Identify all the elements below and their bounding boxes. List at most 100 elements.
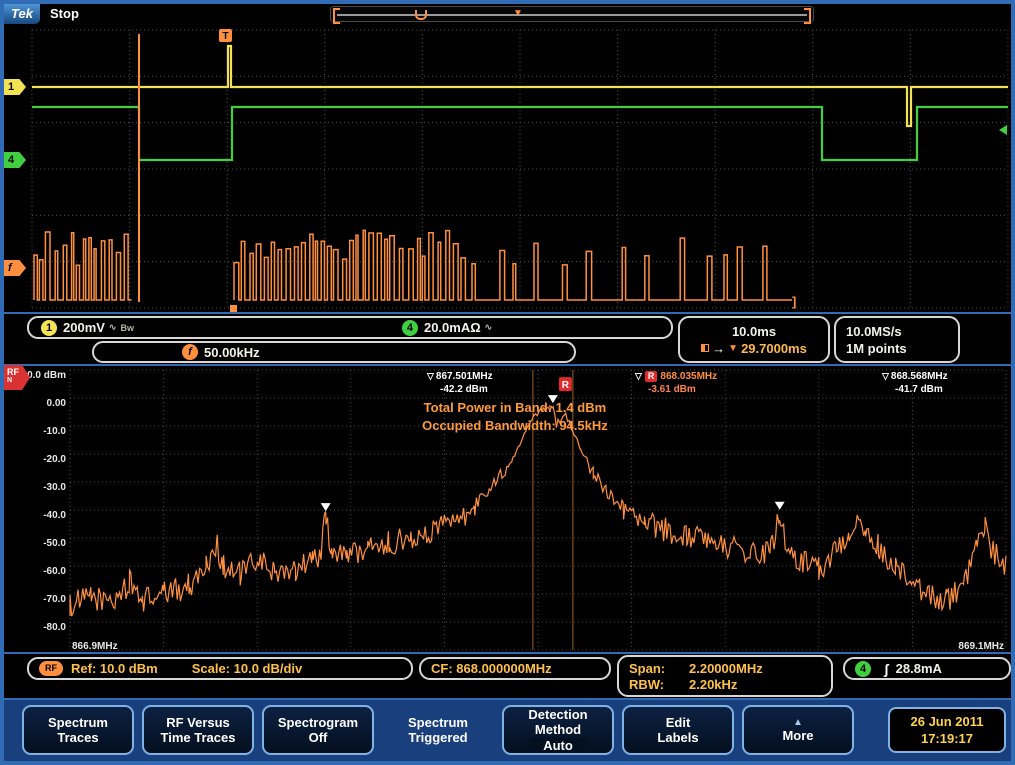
span-value: 2.20000MHz	[689, 661, 763, 676]
ch4-level-arrow-icon	[999, 125, 1007, 135]
ch1-scale: 200mV	[63, 320, 105, 335]
date: 26 Jun 2011	[911, 713, 984, 730]
marker3-freq: 868.568MHz	[891, 371, 948, 382]
y-axis-label: -30.0	[43, 482, 66, 493]
squiggle-icon: ʃ	[884, 661, 889, 677]
detection-method-button[interactable]: Detection Method Auto	[502, 705, 614, 755]
marker1-freq: 867.501MHz	[436, 371, 493, 382]
y-axis-label: -50.0	[43, 538, 66, 549]
total-power-annotation: Total Power in Band: 1.4 dBm	[422, 399, 608, 417]
more-button[interactable]: ▲ More	[742, 705, 854, 755]
center-frequency-readout: CF: 868.000000MHz	[419, 657, 611, 680]
span-label: Span:	[629, 661, 689, 676]
ch1-bandwidth-icon: ∿	[109, 322, 117, 333]
marker-readout-ref: ▽R868.035MHz -3.61 dBm	[635, 370, 717, 396]
marker2-amp: -3.61 dBm	[635, 383, 717, 396]
ch1-readout: 1 200mV ∿ Bw	[41, 320, 134, 336]
oscilloscope-screen: Tek Stop ▼ T] 1 4 f 1 200mV ∿ Bw 4 20.0m…	[0, 0, 1015, 765]
spectrum-traces-button[interactable]: Spectrum Traces	[22, 705, 134, 755]
rf-freq-group: f 50.00kHz	[182, 344, 260, 360]
rf-badge-label: RF	[7, 367, 19, 377]
spectrum-settings-row: RF Ref: 10.0 dBm Scale: 10.0 dB/div CF: …	[4, 654, 1011, 698]
horizontal-readout: 10.0ms → ▼ 29.7000ms	[678, 316, 830, 363]
spectrum-triggered-label[interactable]: Spectrum Triggered	[382, 705, 494, 755]
ch4-badge-icon: 4	[402, 320, 418, 336]
detection-method-value: Auto	[529, 738, 587, 753]
softkey-menu: Spectrum Traces RF Versus Time Traces Sp…	[4, 698, 1011, 761]
ch4-coupling: Ω	[470, 320, 480, 335]
rbw-value: 2.20kHz	[689, 677, 737, 692]
y-axis-label: 0.00	[47, 398, 67, 409]
rf-amplitude-trace	[34, 230, 792, 300]
top-status-bar: Tek Stop ▼	[4, 4, 1011, 26]
sample-rate: 10.0MS/s	[846, 324, 902, 339]
rf-frequency-readout: f 50.00kHz	[92, 341, 576, 363]
y-axis-label: -80.0	[43, 622, 66, 633]
ch1-bw-limit-icon: Bw	[120, 323, 134, 333]
edit-labels-button[interactable]: Edit Labels	[622, 705, 734, 755]
ch4-measurement-value: 28.8mA	[896, 661, 942, 676]
window-bracket-left-icon	[333, 8, 340, 24]
rbw-label: RBW:	[629, 677, 689, 692]
spectrogram-button[interactable]: Spectrogram Off	[262, 705, 374, 755]
occupied-bw-annotation: Occupied Bandwidth: 94.5kHz	[422, 417, 608, 435]
spectrum-display: 10.0 dBm0.00-10.0-20.0-30.0-40.0-50.0-60…	[4, 364, 1011, 654]
pan-zoom-indicator-icon	[415, 10, 427, 20]
time-domain-display: T] 1 4 f	[4, 26, 1011, 314]
ch4-readout: 4 20.0mA Ω ∿	[402, 320, 492, 336]
marker3-amp: -41.7 dBm	[882, 383, 948, 396]
marker1-amp: -42.2 dBm	[427, 383, 493, 396]
center-frequency: CF: 868.000000MHz	[431, 661, 552, 676]
reference-marker-chip: R	[645, 371, 658, 382]
ref-level: Ref: 10.0 dBm	[71, 661, 158, 676]
time-domain-plot: T]	[4, 26, 1011, 312]
record-length: 1M points	[846, 341, 907, 356]
rf-versus-time-traces-button[interactable]: RF Versus Time Traces	[142, 705, 254, 755]
ch4-measurement-readout: 4 ʃ 28.8mA	[843, 657, 1011, 680]
rf-f-badge-icon: f	[182, 344, 198, 360]
y-axis-label: -70.0	[43, 594, 66, 605]
trigger-position-icon: ▼	[513, 8, 523, 20]
arrow-right-icon: →	[712, 341, 725, 356]
trigger-time-line: → ▼ 29.7000ms	[701, 341, 807, 356]
tek-logo: Tek	[4, 4, 40, 24]
vertical-scale: Scale: 10.0 dB/div	[192, 661, 303, 676]
trigger-time-value: 29.7000ms	[741, 341, 807, 356]
rf-freq-scale: 50.00kHz	[204, 345, 260, 360]
record-end-bracket-icon: ]	[792, 294, 796, 309]
chevron-up-icon: ▲	[793, 718, 803, 728]
rf-badge-icon: RF	[39, 661, 63, 676]
ch4-bandwidth-icon: ∿	[485, 322, 493, 333]
acquisition-overview-bar[interactable]: ▼	[330, 6, 814, 22]
band-measurements: Total Power in Band: 1.4 dBm Occupied Ba…	[422, 399, 608, 435]
datetime-display: 26 Jun 2011 17:19:17	[888, 707, 1006, 753]
sample-rate-readout: 10.0MS/s 1M points	[834, 316, 960, 363]
ch4-scale: 20.0mA	[424, 320, 470, 335]
marker2-freq: 868.035MHz	[660, 371, 717, 382]
span-rbw-readout: Span:2.20000MHz RBW:2.20kHz	[617, 655, 833, 697]
ch4-badge-icon: 4	[855, 661, 871, 677]
peak-marker-triangle-icon	[775, 502, 785, 510]
marker-triangle-icon: ▽	[427, 371, 434, 381]
y-axis-label: -40.0	[43, 510, 66, 521]
event-square-icon	[230, 305, 237, 312]
time: 17:19:17	[921, 730, 973, 747]
y-axis-label: -60.0	[43, 566, 66, 577]
rf-ref-scale-readout: RF Ref: 10.0 dBm Scale: 10.0 dB/div	[27, 657, 413, 680]
freq-axis-left-label: 866.9MHz	[72, 641, 118, 652]
marker-readout-3: ▽868.568MHz -41.7 dBm	[882, 370, 948, 396]
trigger-triangle-icon: ▼	[728, 343, 738, 354]
ch1-badge-icon: 1	[41, 320, 57, 336]
marker-readout-1: ▽867.501MHz -42.2 dBm	[427, 370, 493, 396]
window-bracket-right-icon	[804, 8, 811, 24]
marker-triangle-icon: ▽	[882, 371, 889, 381]
freq-axis-right-label: 869.1MHz	[958, 641, 1004, 652]
svg-text:T: T	[222, 31, 228, 42]
channel-scale-readout: 1 200mV ∿ Bw 4 20.0mA Ω ∿	[27, 316, 673, 339]
trigger-source-icon	[701, 344, 709, 352]
svg-text:R: R	[562, 380, 570, 391]
marker-triangle-icon: ▽	[635, 371, 642, 381]
horizontal-scale: 10.0ms	[732, 324, 776, 339]
y-axis-label: -20.0	[43, 454, 66, 465]
acquisition-state: Stop	[50, 6, 79, 21]
